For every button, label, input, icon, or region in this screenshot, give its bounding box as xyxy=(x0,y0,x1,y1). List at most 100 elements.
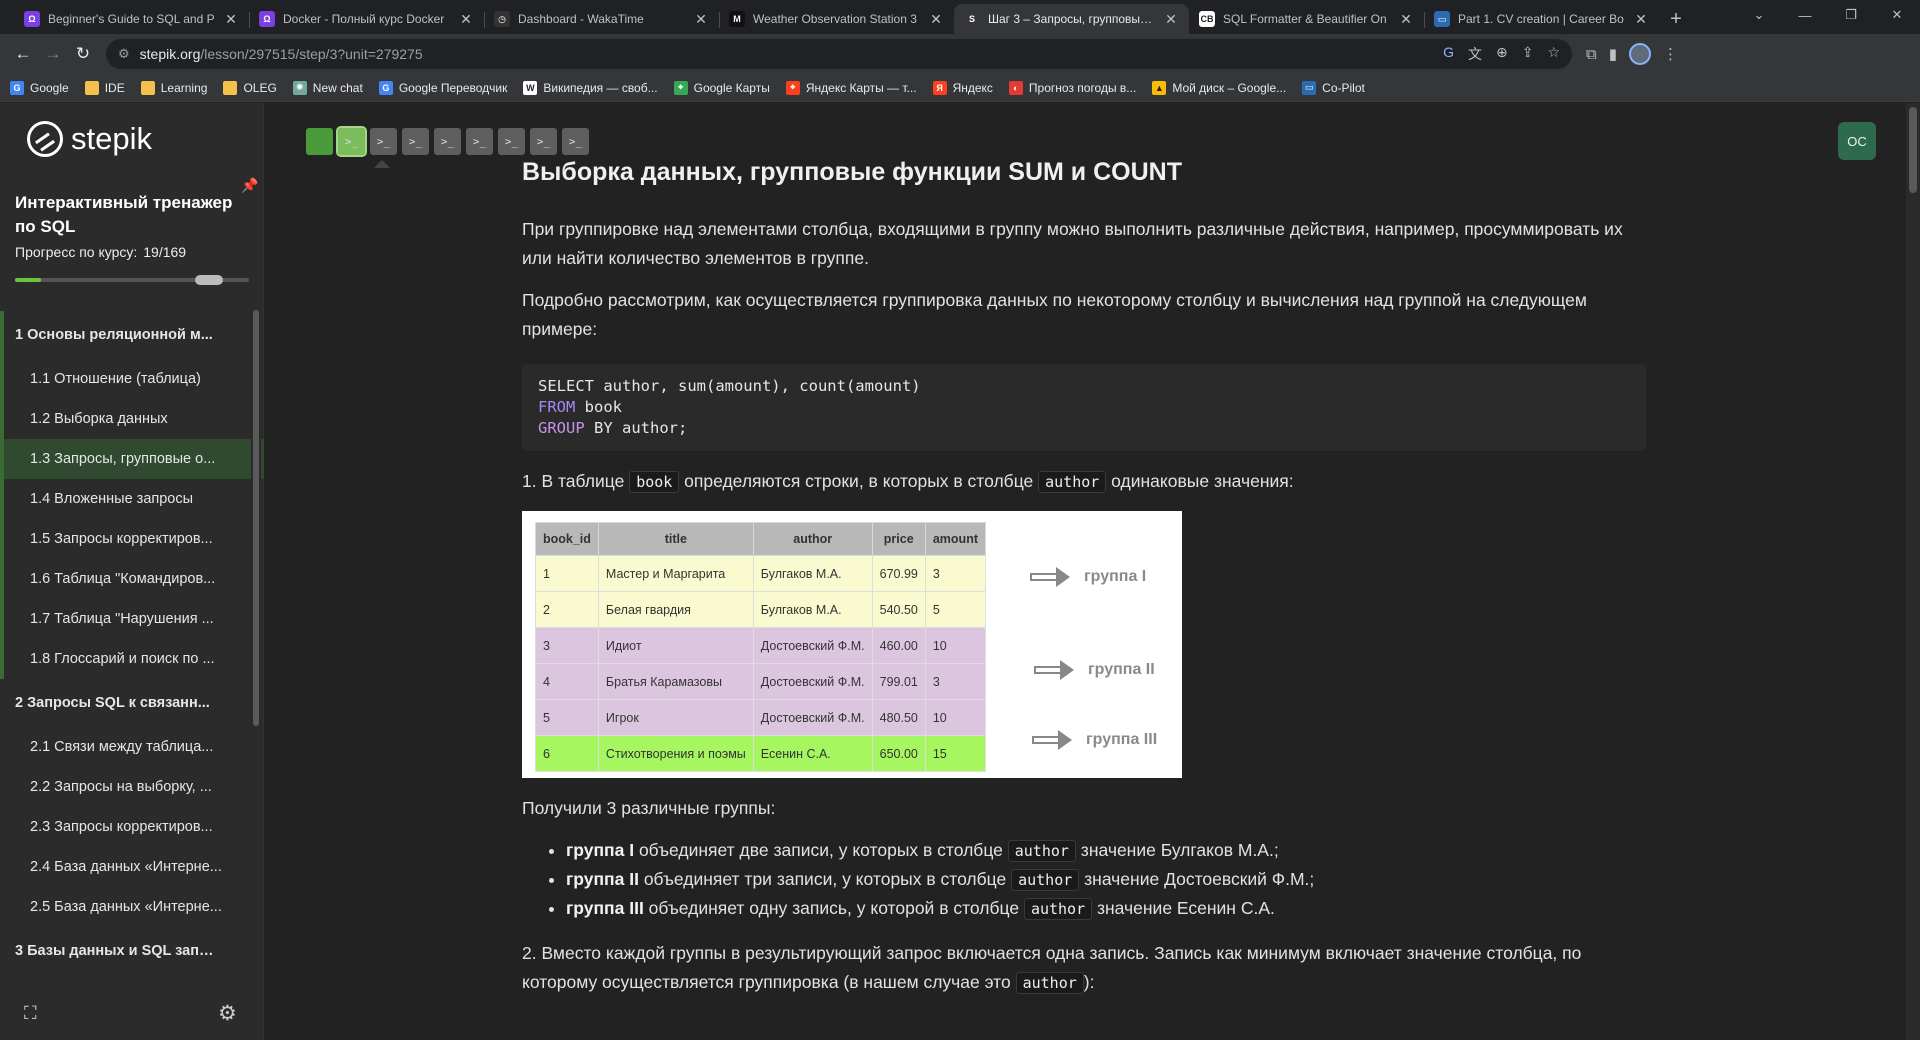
forward-button[interactable]: → xyxy=(38,39,68,69)
bookmark[interactable]: G Google Переводчик xyxy=(378,80,507,95)
page: stepik 📌 Интерактивный тренажер по SQL П… xyxy=(0,103,1920,1040)
gear-icon[interactable]: ⚙ xyxy=(218,1001,237,1026)
close-window-button[interactable]: ✕ xyxy=(1874,0,1920,30)
tab-close-icon[interactable]: ✕ xyxy=(1398,11,1414,28)
extensions-icon[interactable]: ⧉ xyxy=(1586,46,1597,63)
tab-search-icon[interactable]: ⌄ xyxy=(1736,0,1782,30)
site-info-icon[interactable]: ⚙ xyxy=(118,46,130,62)
tab-favicon-icon: Ω xyxy=(24,11,40,27)
course-title[interactable]: Интерактивный тренажер по SQL xyxy=(15,191,245,239)
toc-lesson[interactable]: 1.7 Таблица "Нарушения ... xyxy=(0,599,264,639)
new-tab-button[interactable]: + xyxy=(1659,4,1693,34)
group-name: группа II xyxy=(1088,661,1155,678)
stepik-logo[interactable]: stepik xyxy=(27,121,152,157)
address-bar[interactable]: ⚙ stepik.org /lesson/297515/step/3?unit=… xyxy=(106,39,1572,69)
browser-tab[interactable]: ◷ Dashboard - WakaTime ✕ xyxy=(484,4,719,34)
toc-module[interactable]: 2 Запросы SQL к связанн... xyxy=(0,679,264,727)
toc-lesson[interactable]: 1.8 Глоссарий и поиск по ... xyxy=(0,639,264,679)
bookmark[interactable]: ◐ Прогноз погоды в... xyxy=(1008,80,1136,95)
toc-module[interactable]: 1 Основы реляционной м... xyxy=(0,311,264,359)
bookmark-star-icon[interactable]: ☆ xyxy=(1547,44,1560,64)
bookmark[interactable]: W Википедия — своб... xyxy=(523,80,658,95)
tab-close-icon[interactable]: ✕ xyxy=(458,11,474,28)
browser-tab[interactable]: Ω Beginner's Guide to SQL and P ✕ xyxy=(14,4,249,34)
toc-module[interactable]: 3 Базы данных и SQL запр... xyxy=(0,927,264,975)
step-button[interactable]: >_ xyxy=(402,128,429,155)
toc-lesson[interactable]: 2.1 Связи между таблица... xyxy=(0,727,264,767)
toc-lesson[interactable]: 1.2 Выборка данных xyxy=(0,399,264,439)
toc-lesson[interactable]: 1.3 Запросы, групповые о... xyxy=(0,439,264,479)
bookmark[interactable]: OLEG xyxy=(223,80,277,95)
menu-icon[interactable]: ⋮ xyxy=(1663,45,1678,63)
step-button[interactable]: >_ xyxy=(434,128,461,155)
chatgpt-icon: ✺ xyxy=(292,80,307,95)
group-name-bold: группа III xyxy=(566,898,644,918)
back-button[interactable]: ← xyxy=(8,39,38,69)
toc-scrollbar[interactable] xyxy=(251,308,261,728)
toc-lesson[interactable]: 2.5 База данных «Интерне... xyxy=(0,887,264,927)
folder-icon xyxy=(84,80,99,95)
step-button[interactable]: >_ xyxy=(370,128,397,155)
tabs-container: Ω Beginner's Guide to SQL and P ✕ Ω Docker -… xyxy=(0,4,1659,34)
google-lens-icon[interactable]: G xyxy=(1443,44,1454,64)
user-avatar[interactable]: ОС xyxy=(1838,122,1876,160)
bookmark[interactable]: ⌖ Яндекс Карты — т... xyxy=(785,80,917,95)
page-scrollbar-thumb[interactable] xyxy=(1909,107,1917,193)
text: ): xyxy=(1083,972,1095,992)
browser-tab[interactable]: Ω Docker - Полный курс Docker ✕ xyxy=(249,4,484,34)
page-scrollbar[interactable] xyxy=(1906,103,1920,1040)
toc-label: 1.7 Таблица "Нарушения ... xyxy=(30,611,214,627)
copilot-icon: ▭ xyxy=(1302,80,1317,95)
toc-lesson[interactable]: 1.6 Таблица "Командиров... xyxy=(0,559,264,599)
bookmark[interactable]: ⌖ Google Карты xyxy=(673,80,770,95)
toc-lesson[interactable]: 1.4 Вложенные запросы xyxy=(0,479,264,519)
bookmark[interactable]: ▭ Co-Pilot xyxy=(1302,80,1365,95)
group-label-2: группа II xyxy=(1034,660,1155,680)
fullscreen-icon[interactable]: ⛶ xyxy=(24,1003,44,1023)
toc-lesson[interactable]: 1.1 Отношение (таблица) xyxy=(0,359,264,399)
inline-code: book xyxy=(629,471,680,493)
text: одинаковые значения: xyxy=(1106,471,1294,491)
bookmark[interactable]: Я Яндекс xyxy=(932,80,993,95)
browser-tab[interactable]: M Weather Observation Station 3 ✕ xyxy=(719,4,954,34)
step-button[interactable] xyxy=(306,128,333,155)
browser-tab[interactable]: CB SQL Formatter & Beautifier On ✕ xyxy=(1189,4,1424,34)
bookmark[interactable]: ▲ Мой диск – Google... xyxy=(1152,80,1286,95)
bookmark[interactable]: IDE xyxy=(84,80,125,95)
step-button[interactable]: >_ xyxy=(530,128,557,155)
text: значение Достоевский Ф.М.; xyxy=(1079,869,1315,889)
toc-lesson[interactable]: 1.5 Запросы корректиров... xyxy=(0,519,264,559)
zoom-icon[interactable]: ⊕ xyxy=(1496,44,1508,64)
tab-close-icon[interactable]: ✕ xyxy=(1633,11,1649,28)
step-button[interactable]: >_ xyxy=(466,128,493,155)
table-cell: 3 xyxy=(924,663,987,700)
text: объединяет одну запись, у которой в стол… xyxy=(643,898,1024,918)
tab-close-icon[interactable]: ✕ xyxy=(928,11,944,28)
restore-button[interactable]: ❐ xyxy=(1828,0,1874,30)
tab-close-icon[interactable]: ✕ xyxy=(1163,11,1179,28)
lesson-content: Выборка данных, групповые функции SUM и … xyxy=(522,155,1646,1011)
step-button[interactable]: >_ xyxy=(336,126,367,157)
tab-close-icon[interactable]: ✕ xyxy=(693,11,709,28)
bookmark[interactable]: Learning xyxy=(140,80,207,95)
minimize-button[interactable]: — xyxy=(1782,0,1828,30)
browser-tab[interactable]: S Шаг 3 – Запросы, групповые о ✕ xyxy=(954,4,1189,34)
translate-icon[interactable]: 文 xyxy=(1468,44,1482,64)
sidepanel-icon[interactable]: ▮ xyxy=(1609,45,1617,63)
toc-lesson[interactable]: 2.4 База данных «Интерне... xyxy=(0,847,264,887)
bookmark[interactable]: ✺ New chat xyxy=(292,80,363,95)
browser-tab[interactable]: ▭ Part 1. CV creation | Career Bo ✕ xyxy=(1424,4,1659,34)
toc-lesson[interactable]: 2.2 Запросы на выборку, ... xyxy=(0,767,264,807)
step-button[interactable]: >_ xyxy=(498,128,525,155)
share-icon[interactable]: ⇪ xyxy=(1522,44,1534,64)
profile-avatar[interactable] xyxy=(1628,43,1651,65)
toolbar-right: ⧉ ▮ ⋮ xyxy=(1586,43,1678,65)
step-button[interactable]: >_ xyxy=(562,128,589,155)
bookmark-label: Google Карты xyxy=(693,80,770,95)
toc-lesson[interactable]: 2.3 Запросы корректиров... xyxy=(0,807,264,847)
toc-label: 2.5 База данных «Интерне... xyxy=(30,899,222,915)
tab-close-icon[interactable]: ✕ xyxy=(223,11,239,28)
bookmark[interactable]: G Google xyxy=(10,80,69,95)
reload-button[interactable]: ↻ xyxy=(68,39,98,69)
list-item: группа III объединяет одну запись, у кот… xyxy=(566,894,1646,923)
